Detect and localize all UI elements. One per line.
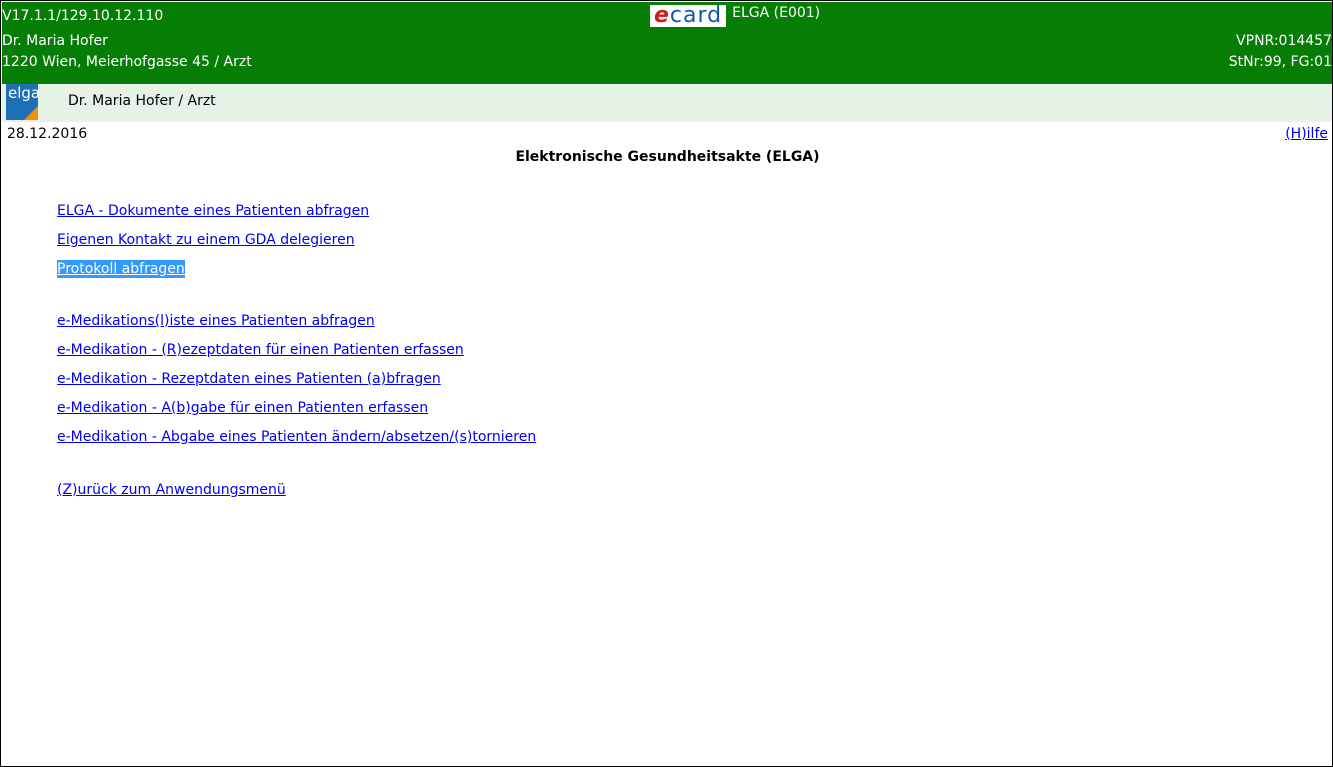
current-date: 28.12.2016 [7, 126, 88, 142]
page-title: Elektronische Gesundheitsakte (ELGA) [515, 149, 820, 165]
elga-logo-text: elga [8, 84, 41, 102]
ecard-logo-icon: e card [650, 3, 727, 28]
doctor-name: Dr. Maria Hofer [2, 33, 108, 49]
station-number: StNr:99, FG:01 [1228, 54, 1332, 70]
ecard-logo-e: e [654, 3, 670, 28]
menu-item-elga-documents[interactable]: ELGA - Dokumente eines Patienten abfrage… [57, 202, 369, 220]
menu-item-dispense-enter[interactable]: e-Medikation - A(b)gabe für einen Patien… [57, 399, 428, 417]
version-info: V17.1.1/129.10.12.110 [2, 8, 164, 24]
app-name: ELGA (E001) [732, 5, 821, 21]
help-link[interactable]: (H)ilfe [1285, 126, 1328, 142]
menu-item-dispense-modify[interactable]: e-Medikation - Abgabe eines Patienten än… [57, 428, 536, 446]
user-bar: elga Dr. Maria Hofer / Arzt [2, 84, 1332, 122]
menu-item-delegate-contact[interactable]: Eigenen Kontakt zu einem GDA delegieren [57, 231, 355, 249]
current-user: Dr. Maria Hofer / Arzt [68, 93, 216, 109]
ecard-brand: e card ELGA (E001) [650, 4, 820, 28]
menu-item-protocol[interactable]: Protokoll abfragen [57, 260, 185, 278]
elga-logo-icon: elga [6, 84, 41, 120]
menu-item-prescription-enter[interactable]: e-Medikation - (R)ezeptdaten für einen P… [57, 341, 464, 359]
ecard-logo-card: card [669, 3, 723, 28]
menu-item-medication-list[interactable]: e-Medikations(l)iste eines Patienten abf… [57, 312, 375, 330]
page-frame: V17.1.1/129.10.12.110 e card ELGA (E001) … [0, 0, 1333, 767]
menu-item-prescription-query[interactable]: e-Medikation - Rezeptdaten eines Patient… [57, 370, 441, 388]
app-header: V17.1.1/129.10.12.110 e card ELGA (E001) … [2, 2, 1332, 84]
elga-logo-corner [24, 106, 38, 120]
doctor-address: 1220 Wien, Meierhofgasse 45 / Arzt [2, 54, 252, 70]
menu-item-back[interactable]: (Z)urück zum Anwendungsmenü [57, 481, 286, 499]
vpnr: VPNR:014457 [1236, 33, 1332, 49]
